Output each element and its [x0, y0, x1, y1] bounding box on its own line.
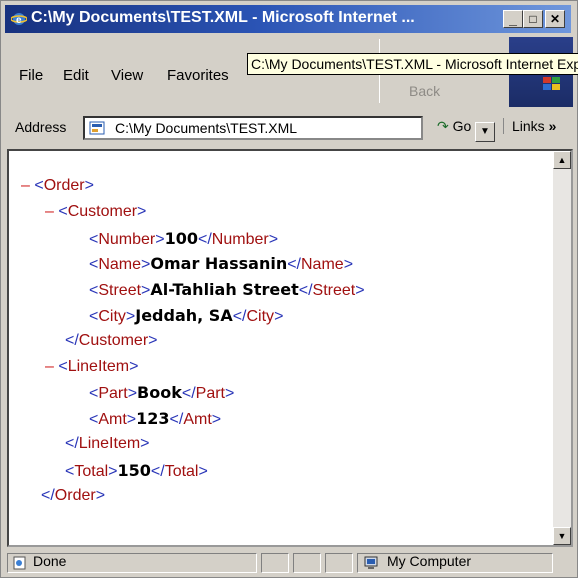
xml-line: <City>Jeddah, SA</City> [89, 306, 284, 325]
browser-window: e C:\My Documents\TEST.XML - Microsoft I… [0, 0, 578, 578]
element-value: Jeddah, SA [135, 306, 233, 325]
address-input[interactable]: C:\My Documents\TEST.XML ▼ [83, 116, 495, 142]
page-done-icon [13, 556, 26, 570]
tag-name: LineItem [67, 357, 130, 375]
tag-name: City [98, 308, 126, 325]
xml-line: <Amt>123</Amt> [89, 409, 222, 429]
tag-name: Street [312, 282, 356, 300]
vertical-scrollbar[interactable]: ▲ ▼ [553, 151, 571, 545]
window-title: C:\My Documents\TEST.XML - Microsoft Int… [31, 9, 415, 26]
links-label: Links [512, 118, 545, 134]
status-text: Done [33, 553, 67, 569]
element-value: 150 [117, 460, 151, 480]
go-button[interactable]: ↷ Go [437, 118, 471, 135]
back-label: Back [409, 83, 441, 99]
xml-line[interactable]: – <Customer> [45, 203, 146, 221]
tag-name: Amt [183, 411, 212, 429]
tag-name: Name [301, 256, 344, 274]
address-bar: Address C:\My Documents\TEST.XML ▼ ↷ Go … [7, 113, 573, 143]
status-bar: Done My Computer [7, 551, 573, 575]
tag-name: Part [98, 385, 128, 403]
computer-icon [364, 556, 378, 569]
element-value: Al-Tahliah Street [150, 280, 299, 300]
maximize-button[interactable]: □ [523, 10, 543, 28]
status-panel-2 [261, 553, 289, 573]
status-panel-3 [293, 553, 321, 573]
collapse-toggle[interactable]: – [45, 203, 58, 220]
scroll-down-icon[interactable]: ▼ [553, 527, 571, 545]
element-value: Omar Hassanin [150, 254, 288, 274]
tag-name: Number [98, 230, 156, 248]
tooltip: C:\My Documents\TEST.XML - Microsoft Int… [247, 53, 578, 75]
tag-name: Order [54, 486, 96, 504]
xml-line[interactable]: – <Order> [21, 177, 94, 195]
tag-name: Amt [98, 411, 127, 429]
minimize-button[interactable]: _ [503, 10, 523, 28]
menu-favorites[interactable]: Favorites [167, 67, 229, 84]
xml-line: <Part>Book</Part> [89, 383, 235, 403]
close-button[interactable]: ✕ [545, 10, 565, 28]
xml-line: <Name>Omar Hassanin</Name> [89, 254, 354, 274]
title-bar[interactable]: e C:\My Documents\TEST.XML - Microsoft I… [5, 5, 571, 33]
xml-line: <Total>150</Total> [65, 460, 208, 480]
zone-label: My Computer [387, 553, 472, 569]
ie-logo-icon: e [11, 13, 27, 26]
tag-name: City [246, 308, 275, 325]
xml-line[interactable]: – <LineItem> [45, 358, 138, 376]
tag-name: Order [43, 177, 85, 194]
go-label: Go [452, 118, 472, 134]
collapse-toggle[interactable]: – [21, 177, 34, 194]
address-label: Address [15, 119, 67, 135]
menu-edit[interactable]: Edit [63, 67, 89, 84]
go-arrow-icon: ↷ [437, 118, 449, 134]
xml-line: </LineItem> [65, 435, 150, 452]
links-button[interactable]: Links » [503, 118, 556, 134]
svg-text:e: e [16, 15, 22, 26]
menu-file[interactable]: File [19, 67, 43, 84]
tag-name: Part [195, 385, 225, 403]
element-value: 123 [136, 409, 170, 429]
xml-line: <Number>100</Number> [89, 228, 279, 248]
address-value: C:\My Documents\TEST.XML [115, 120, 298, 136]
tag-name: LineItem [78, 435, 141, 452]
tag-name: Customer [67, 202, 138, 220]
element-value: Book [137, 383, 182, 403]
document-view[interactable]: – <Order> – <Customer> <Number>100</Number… [7, 149, 573, 547]
menu-view[interactable]: View [111, 67, 143, 84]
collapse-toggle[interactable]: – [45, 358, 58, 375]
tag-name: Name [98, 256, 142, 274]
chevron-down-icon[interactable]: ▼ [475, 122, 495, 142]
tag-name: Customer [78, 331, 149, 349]
tag-name: Street [98, 282, 142, 300]
chevron-right-icon: » [548, 118, 557, 134]
xml-file-icon [89, 121, 105, 135]
scroll-up-icon[interactable]: ▲ [553, 151, 571, 169]
xml-line: <Street>Al-Tahliah Street</Street> [89, 280, 365, 300]
element-value: 100 [164, 228, 198, 248]
tag-name: Total [74, 462, 109, 480]
tag-name: Number [211, 230, 269, 248]
status-panel-4 [325, 553, 353, 573]
xml-line: </Customer> [65, 331, 158, 349]
tag-name: Total [164, 462, 199, 480]
xml-line: </Order> [41, 486, 106, 504]
